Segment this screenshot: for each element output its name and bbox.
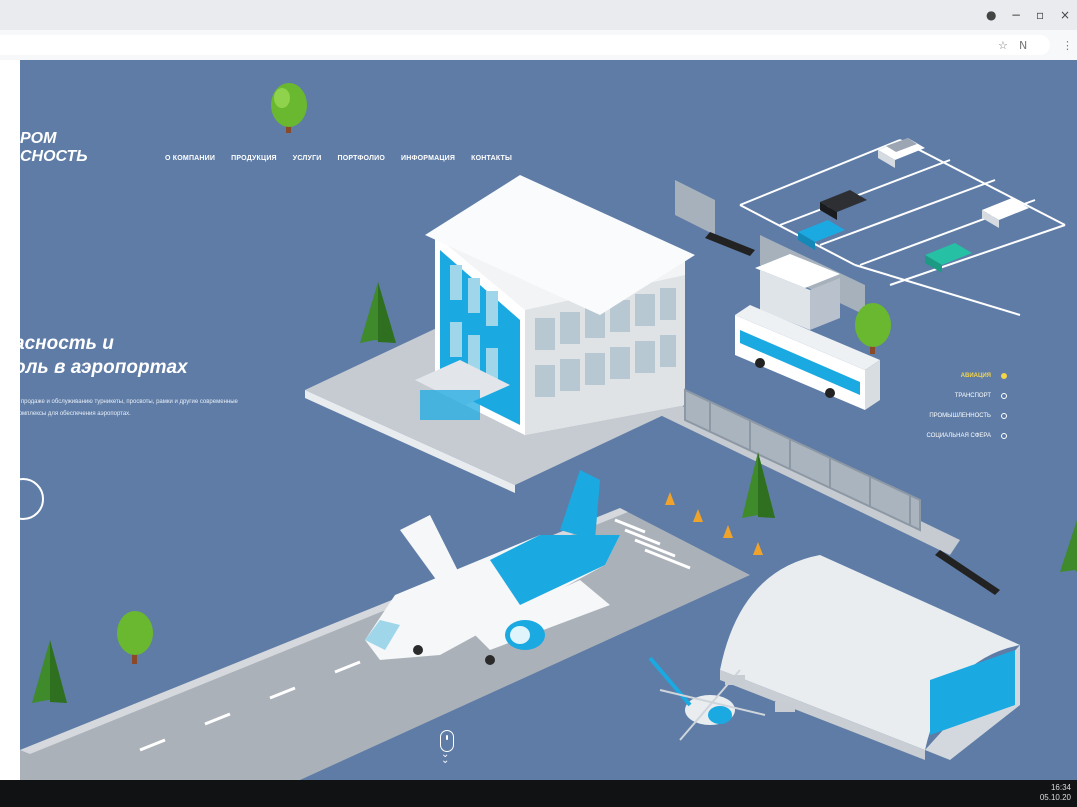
address-bar-row: ☆ N ⋮ <box>0 30 1077 61</box>
category-label: СОЦИАЛЬНАЯ СФЕРА <box>926 433 991 439</box>
hero-title: асность и оль в аэропортах <box>20 332 188 380</box>
nav-item-products[interactable]: ПРОДУКЦИЯ <box>231 155 277 162</box>
logo-line-1: РОМ <box>20 130 57 147</box>
bookmark-star-icon[interactable]: ☆ <box>998 39 1008 52</box>
category-dot-icon <box>1001 393 1007 399</box>
nav-item-information[interactable]: ИНФОРМАЦИЯ <box>401 155 455 162</box>
clock-time: 16:34 <box>1050 783 1071 792</box>
left-edge <box>0 60 20 780</box>
logo-line-2: СНОСТЬ <box>20 148 88 165</box>
category-aviation[interactable]: АВИАЦИЯ <box>927 372 1007 380</box>
hangar <box>720 555 1020 760</box>
web-page: РОМ СНОСТЬ О КОМПАНИИ ПРОДУКЦИЯ УСЛУГИ П… <box>20 60 1077 780</box>
profile-icon[interactable]: ● <box>986 8 996 22</box>
address-input[interactable] <box>0 35 1050 55</box>
category-dot-icon <box>1001 433 1007 439</box>
nav-item-company[interactable]: О КОМПАНИИ <box>165 155 215 162</box>
gate <box>675 180 715 235</box>
category-dot-icon <box>1001 373 1007 379</box>
hero-title-line-1: асность и <box>20 333 114 354</box>
category-label: АВИАЦИЯ <box>960 373 991 379</box>
hero-description: в продаже и обслуживанию турникеты, прос… <box>20 399 238 417</box>
perimeter-fence <box>684 388 921 532</box>
nav-item-portfolio[interactable]: ПОРТФОЛИО <box>338 155 386 162</box>
maximize-button[interactable]: ▫ <box>1036 8 1044 22</box>
browser-menu-icon[interactable]: ⋮ <box>1062 39 1073 52</box>
category-dot-icon <box>1001 413 1007 419</box>
clock-date: 05.10.20 <box>1039 793 1071 802</box>
nav-item-services[interactable]: УСЛУГИ <box>293 155 322 162</box>
os-taskbar: 16:34 05.10.20 <box>0 780 1077 807</box>
browser-title-bar: ● − ▫ × <box>0 0 1077 30</box>
terminal-building <box>415 175 695 435</box>
scroll-chevron-icon: ⌄ ⌄ <box>441 749 450 766</box>
system-clock[interactable]: 16:34 05.10.20 <box>1040 783 1071 803</box>
main-navigation: О КОМПАНИИ ПРОДУКЦИЯ УСЛУГИ ПОРТФОЛИО ИН… <box>165 155 512 162</box>
minimize-button[interactable]: − <box>1011 8 1021 22</box>
category-social[interactable]: СОЦИАЛЬНАЯ СФЕРА <box>927 432 1007 440</box>
hero-title-line-2: оль в аэропортах <box>20 357 188 378</box>
category-label: ТРАНСПОРТ <box>954 393 991 399</box>
extension-icon[interactable]: N <box>1019 39 1027 52</box>
site-logo[interactable]: РОМ СНОСТЬ <box>20 130 88 166</box>
category-transport[interactable]: ТРАНСПОРТ <box>927 392 1007 400</box>
category-industry[interactable]: ПРОМЫШЛЕННОСТЬ <box>927 412 1007 420</box>
category-label: ПРОМЫШЛЕННОСТЬ <box>929 413 991 419</box>
close-button[interactable]: × <box>1060 8 1070 22</box>
nav-item-contacts[interactable]: КОНТАКТЫ <box>471 155 512 162</box>
isometric-airport-illustration <box>20 83 1077 780</box>
category-list: АВИАЦИЯ ТРАНСПОРТ ПРОМЫШЛЕННОСТЬ СОЦИАЛЬ… <box>927 372 1007 452</box>
